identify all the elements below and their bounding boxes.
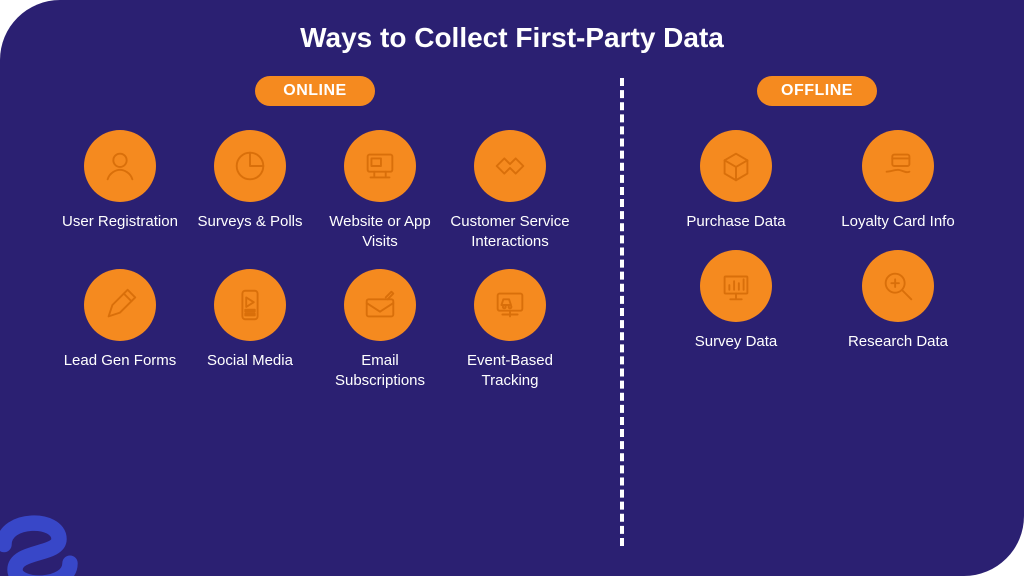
item-label: Research Data bbox=[848, 332, 948, 352]
brand-logo bbox=[0, 484, 92, 576]
monitor-icon bbox=[344, 130, 416, 202]
offline-grid: Purchase Data Loyalty Card Info Survey D… bbox=[660, 130, 974, 351]
item-label: Loyalty Card Info bbox=[841, 212, 954, 232]
item-purchase-data: Purchase Data bbox=[660, 130, 812, 232]
item-label: Purchase Data bbox=[686, 212, 785, 232]
package-icon bbox=[700, 130, 772, 202]
barchart-icon bbox=[700, 250, 772, 322]
item-label: Social Media bbox=[207, 351, 293, 371]
magnifier-icon bbox=[862, 250, 934, 322]
item-research-data: Research Data bbox=[822, 250, 974, 352]
item-label: Surveys & Polls bbox=[197, 212, 302, 232]
item-label: User Registration bbox=[62, 212, 178, 232]
item-label: Email Subscriptions bbox=[320, 351, 440, 390]
content-row: ONLINE User Registration Surveys & Polls bbox=[0, 70, 1024, 576]
item-event-tracking: Event-Based Tracking bbox=[450, 269, 570, 390]
item-email-subscriptions: Email Subscriptions bbox=[320, 269, 440, 390]
item-label: Survey Data bbox=[695, 332, 778, 352]
item-label: Event-Based Tracking bbox=[450, 351, 570, 390]
item-label: Lead Gen Forms bbox=[64, 351, 177, 371]
item-loyalty-card: Loyalty Card Info bbox=[822, 130, 974, 232]
piechart-icon bbox=[214, 130, 286, 202]
phone-icon bbox=[214, 269, 286, 341]
infographic-canvas: Ways to Collect First-Party Data ONLINE … bbox=[0, 0, 1024, 576]
offline-pill: OFFLINE bbox=[757, 76, 877, 106]
item-user-registration: User Registration bbox=[60, 130, 180, 251]
item-lead-gen-forms: Lead Gen Forms bbox=[60, 269, 180, 390]
item-surveys-polls: Surveys & Polls bbox=[190, 130, 310, 251]
handshake-icon bbox=[474, 130, 546, 202]
item-survey-data: Survey Data bbox=[660, 250, 812, 352]
card-icon bbox=[862, 130, 934, 202]
online-pill: ONLINE bbox=[255, 76, 375, 106]
section-divider bbox=[620, 78, 624, 546]
online-grid: User Registration Surveys & Polls Websit… bbox=[60, 130, 570, 390]
item-customer-service: Customer Service Interactions bbox=[450, 130, 570, 251]
user-icon bbox=[84, 130, 156, 202]
offline-column: OFFLINE Purchase Data Loyalty Card Info bbox=[600, 70, 1024, 576]
item-label: Website or App Visits bbox=[320, 212, 440, 251]
pencil-icon bbox=[84, 269, 156, 341]
item-label: Customer Service Interactions bbox=[450, 212, 570, 251]
cart-icon bbox=[474, 269, 546, 341]
item-social-media: Social Media bbox=[190, 269, 310, 390]
item-website-app-visits: Website or App Visits bbox=[320, 130, 440, 251]
page-title: Ways to Collect First-Party Data bbox=[0, 0, 1024, 54]
email-icon bbox=[344, 269, 416, 341]
